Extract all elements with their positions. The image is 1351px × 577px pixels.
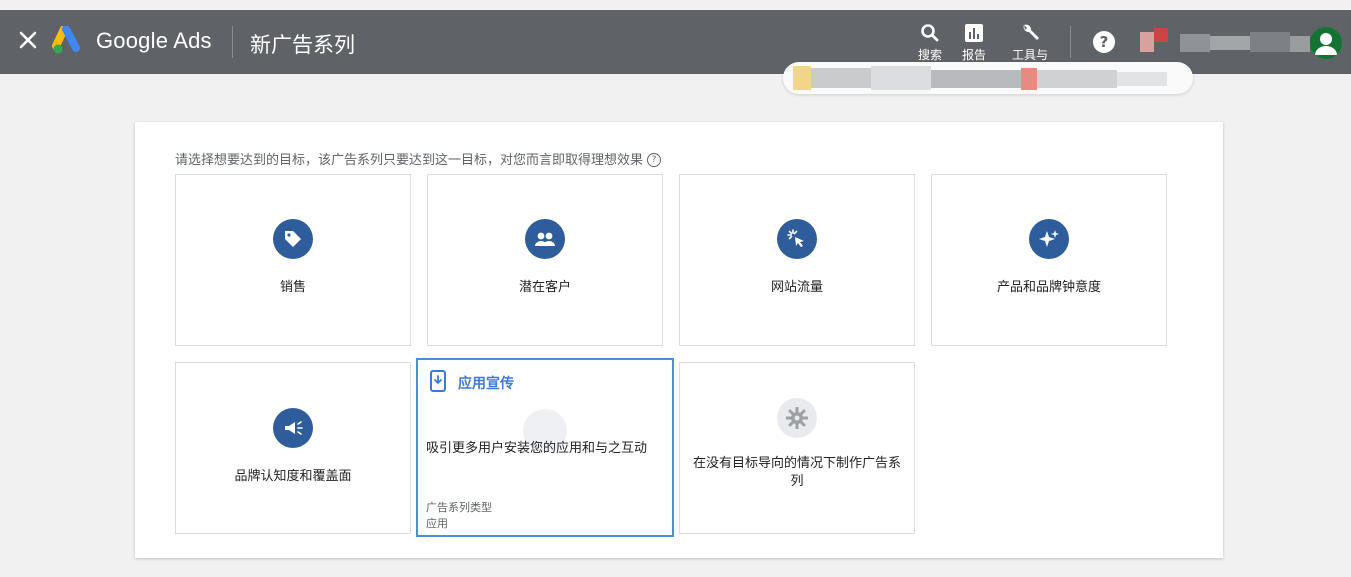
people-icon — [525, 219, 565, 259]
reports-tool-label: 报告 — [961, 48, 986, 62]
goal-label-no-goal: 在没有目标导向的情况下制作广告系列 — [692, 456, 901, 489]
google-ads-logo-icon — [52, 26, 80, 54]
goal-tile-website-traffic[interactable]: 网站流量 — [679, 174, 915, 346]
person-icon — [1315, 33, 1337, 55]
brand-name: Google Ads — [96, 28, 212, 53]
goal-label-brand-consideration: 产品和品牌钟意度 — [996, 280, 1101, 295]
goal-label-sales: 销售 — [279, 280, 306, 295]
megaphone-icon — [273, 408, 313, 448]
goal-label-brand-awareness: 品牌认知度和覆盖面 — [234, 469, 352, 484]
app-promotion-description: 吸引更多用户安装您的应用和与之互动 — [426, 441, 648, 456]
gear-icon — [777, 398, 817, 438]
goal-instruction-text: 请选择想要达到的目标，该广告系列只要达到这一目标，对您而言即取得理想效果 — [175, 153, 644, 168]
close-icon[interactable] — [16, 28, 40, 52]
app-promotion-title: 应用宣传 — [458, 376, 514, 392]
sparkle-icon — [1029, 219, 1069, 259]
tag-icon — [273, 219, 313, 259]
goal-tile-sales[interactable]: 销售 — [175, 174, 411, 346]
reports-icon — [965, 24, 983, 42]
goal-label-website-traffic: 网站流量 — [770, 280, 823, 295]
account-info-redacted — [1140, 28, 1310, 52]
campaign-type-value: 应用 — [426, 517, 448, 530]
campaign-type-label: 广告系列类型 — [426, 501, 492, 514]
help-circle-icon[interactable]: ? — [647, 153, 662, 167]
phone-download-icon — [430, 370, 446, 392]
tools-tool-label: 工具与 — [1011, 48, 1048, 62]
goal-tile-app-promotion[interactable]: 应用宣传 吸引更多用户安装您的应用和与之互动 广告系列类型 应用 — [416, 358, 674, 537]
wrench-icon — [1023, 24, 1039, 40]
toolbar-divider — [1070, 26, 1071, 58]
title-divider — [232, 26, 233, 58]
goal-tile-brand-awareness[interactable]: 品牌认知度和覆盖面 — [175, 362, 411, 534]
account-details-redacted — [783, 62, 1193, 94]
goal-selection-card: 请选择想要达到的目标，该广告系列只要达到这一目标，对您而言即取得理想效果? 销售… — [135, 122, 1223, 558]
help-button[interactable]: ? — [1093, 31, 1115, 53]
page-title: 新广告系列 — [250, 33, 355, 57]
cursor-click-icon — [777, 219, 817, 259]
avatar[interactable] — [1310, 27, 1342, 59]
goal-tile-brand-consideration[interactable]: 产品和品牌钟意度 — [931, 174, 1167, 346]
search-icon — [921, 24, 939, 42]
goal-tile-leads[interactable]: 潜在客户 — [427, 174, 663, 346]
goal-tile-no-goal[interactable]: 在没有目标导向的情况下制作广告系列 — [679, 362, 915, 534]
goal-instruction: 请选择想要达到的目标，该广告系列只要达到这一目标，对您而言即取得理想效果? — [175, 149, 662, 168]
search-tool-label: 搜索 — [917, 48, 942, 62]
goal-label-leads: 潜在客户 — [518, 280, 571, 295]
